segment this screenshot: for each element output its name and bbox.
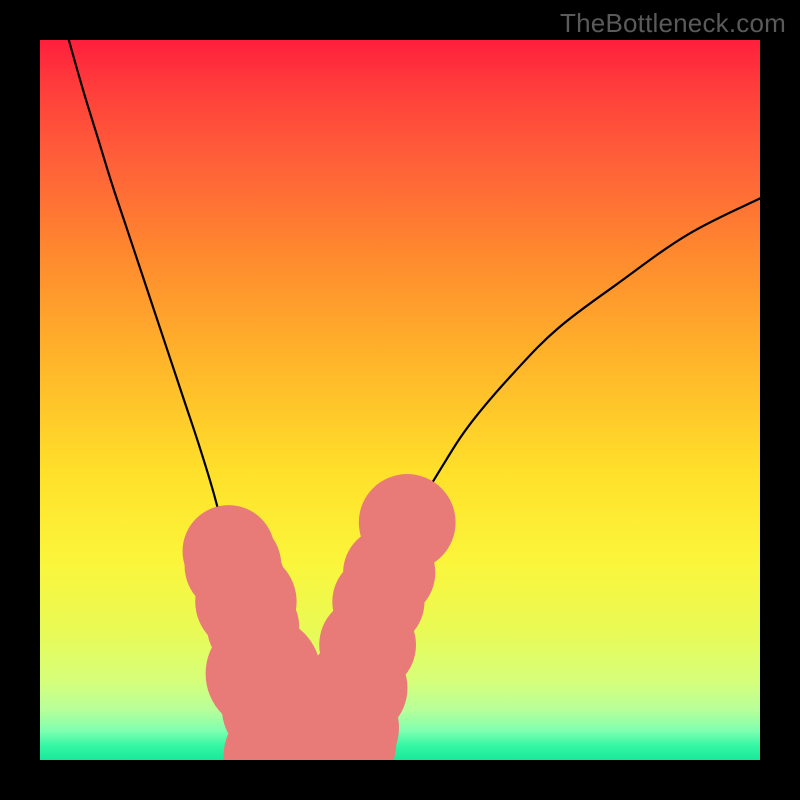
plot-area bbox=[40, 40, 760, 760]
watermark-text: TheBottleneck.com bbox=[560, 8, 786, 39]
curve-overlay bbox=[40, 40, 760, 760]
chart-frame: TheBottleneck.com bbox=[0, 0, 800, 800]
data-markers bbox=[183, 474, 456, 760]
data-marker bbox=[359, 474, 456, 571]
